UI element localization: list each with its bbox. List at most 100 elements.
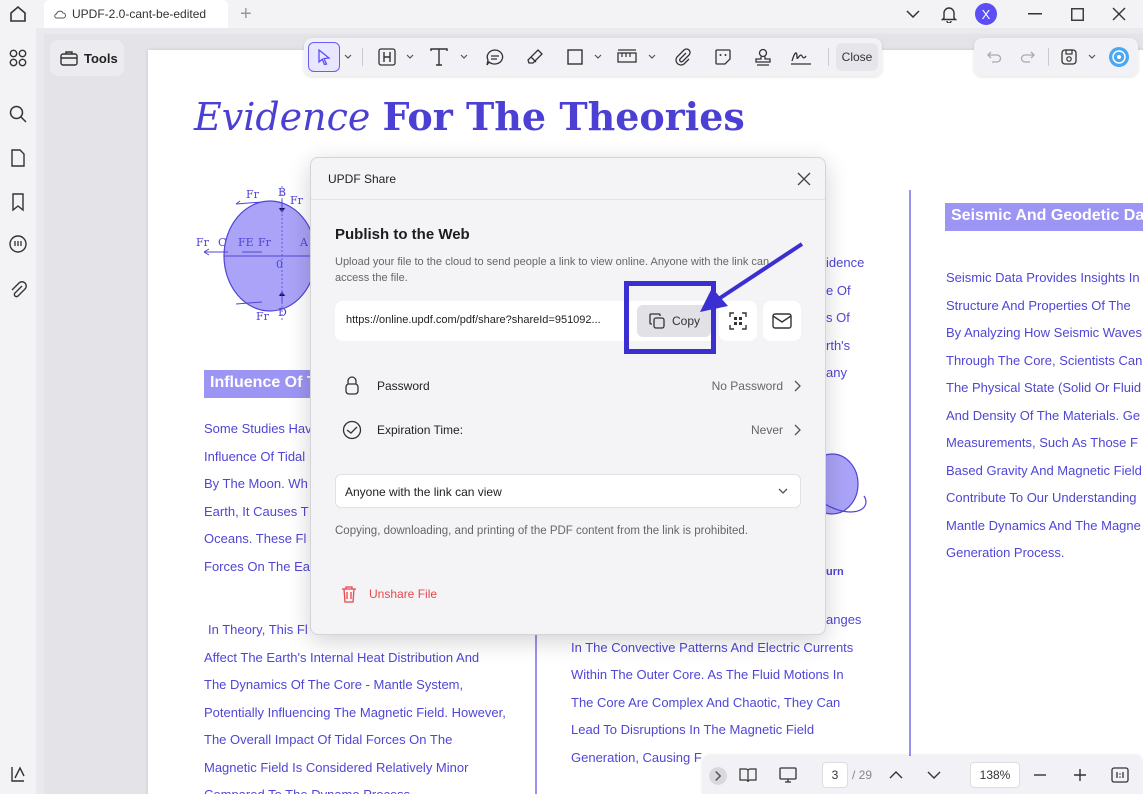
- diagram-label: 0: [276, 258, 283, 271]
- text-tool-icon[interactable]: [428, 46, 450, 68]
- eraser-tool-icon[interactable]: [524, 46, 546, 68]
- save-icon[interactable]: [1060, 48, 1078, 66]
- unshare-file-button[interactable]: Unshare File: [341, 585, 437, 603]
- presentation-icon[interactable]: [778, 765, 798, 785]
- right-column: Seismic Data Provides Insights In Struct…: [946, 264, 1142, 567]
- text-line: Forces On The Ea: [204, 558, 310, 574]
- diagram-label: A: [299, 236, 309, 249]
- paperclip-icon[interactable]: [672, 46, 694, 68]
- text-line: Affect The Earth's Internal Heat Distrib…: [204, 649, 480, 665]
- text-line: Earth, It Causes T: [204, 503, 309, 519]
- trash-icon: [342, 586, 356, 603]
- minimize-icon[interactable]: [1025, 4, 1045, 24]
- chevron-down-icon[interactable]: [406, 53, 414, 61]
- chevron-down-icon[interactable]: [648, 53, 656, 61]
- actual-size-icon[interactable]: [1110, 765, 1130, 785]
- attachment-icon[interactable]: [8, 280, 28, 300]
- text-line: Through The Core, Scientists Can: [946, 352, 1143, 368]
- dialog-divider: [311, 199, 825, 200]
- chevron-right-icon: [794, 380, 801, 392]
- redo-icon[interactable]: [1020, 49, 1036, 65]
- title-bold-part: For The Theories: [382, 94, 745, 139]
- text-line: The Overall Impact Of Tidal Forces On Th…: [204, 732, 453, 747]
- undo-icon[interactable]: [986, 49, 1002, 65]
- page-number-input[interactable]: 3: [822, 762, 848, 788]
- page-total: / 29: [852, 768, 873, 782]
- close-icon[interactable]: [795, 170, 813, 188]
- zoom-level-input[interactable]: 138%: [970, 762, 1020, 788]
- reading-mode-icon[interactable]: [738, 765, 758, 785]
- cursor-icon: [318, 49, 331, 65]
- left-column-top: Some Studies Have Influence Of Tidal By …: [204, 415, 319, 580]
- left-sidebar: [0, 28, 36, 794]
- text-line: Influence Of Tidal: [204, 448, 306, 464]
- ai-assistant-icon[interactable]: [1108, 46, 1130, 68]
- access-permission-select[interactable]: Anyone with the link can view: [335, 474, 801, 508]
- pages-icon[interactable]: [8, 148, 28, 168]
- tools-button[interactable]: Tools: [50, 40, 124, 76]
- access-permission-value: Anyone with the link can view: [345, 485, 502, 499]
- tidal-force-diagram: Fr B Fr Fr C FE Fr 0 A Fr D: [196, 186, 317, 323]
- sticker-icon[interactable]: [712, 46, 734, 68]
- highlight-tool-icon[interactable]: [376, 46, 398, 68]
- close-tools-button[interactable]: Close: [836, 43, 878, 71]
- unshare-label: Unshare File: [369, 587, 438, 601]
- measure-tool-icon[interactable]: [616, 46, 638, 68]
- rectangle-tool-icon[interactable]: [564, 46, 586, 68]
- home-icon[interactable]: [8, 4, 28, 24]
- close-window-icon[interactable]: [1109, 4, 1129, 24]
- expiration-value: Never: [750, 423, 783, 437]
- middle-column-heading-fragment: urn: [826, 566, 844, 578]
- diagram-label: Fr: [256, 310, 270, 323]
- expiration-row[interactable]: Expiration Time: Never: [335, 415, 801, 445]
- toolbar-divider: [1048, 48, 1049, 66]
- maximize-icon[interactable]: [1067, 4, 1087, 24]
- diagram-label: Fr: [290, 194, 304, 207]
- text-line: The Physical State (Solid Or Fluid: [946, 380, 1142, 395]
- section-heading-tidal: Influence Of Tidal Forces: [204, 370, 312, 398]
- search-icon[interactable]: [8, 104, 28, 124]
- planet-illustration: [824, 453, 867, 515]
- share-dialog: UPDF Share Publish to the Web Upload you…: [310, 157, 826, 635]
- comments-icon[interactable]: [8, 234, 28, 254]
- chevron-down-icon[interactable]: [460, 53, 468, 61]
- title-bar: UPDF-2.0-cant-be-edited + X: [0, 0, 1143, 28]
- select-tool[interactable]: [308, 42, 340, 72]
- permission-note: Copying, downloading, and printing of th…: [335, 525, 748, 537]
- user-avatar[interactable]: X: [975, 3, 997, 25]
- password-row[interactable]: Password No Password: [335, 371, 801, 401]
- text-line: Mantle Dynamics And The Magne: [946, 517, 1141, 533]
- lock-icon: [341, 375, 363, 397]
- document-tab[interactable]: UPDF-2.0-cant-be-edited: [44, 0, 228, 28]
- next-page-icon[interactable]: [924, 765, 944, 785]
- signature-icon[interactable]: [790, 46, 812, 68]
- chevron-down-icon[interactable]: [903, 4, 923, 24]
- password-value: No Password: [711, 379, 783, 393]
- chevron-down-icon[interactable]: [344, 53, 352, 61]
- chevron-down-icon[interactable]: [1088, 53, 1096, 61]
- pointer-arrow-annotation: [700, 242, 804, 312]
- text-line: Compared To The Dynamo Process.: [204, 781, 506, 794]
- document-tab-label: UPDF-2.0-cant-be-edited: [72, 7, 207, 21]
- text-line: Within The Outer Core. As The Fluid Moti…: [571, 667, 844, 682]
- diagram-label: Fr: [246, 188, 260, 201]
- new-tab-plus-icon[interactable]: +: [240, 3, 252, 26]
- zoom-out-icon[interactable]: [1030, 765, 1050, 785]
- collapse-arrow-icon[interactable]: [708, 766, 728, 786]
- bookmark-icon[interactable]: [8, 192, 28, 212]
- text-line: And Density Of The Materials. Ge: [946, 407, 1141, 423]
- notification-bell-icon[interactable]: [939, 4, 959, 24]
- text-line: Seismic Data Provides Insights In: [946, 270, 1140, 285]
- text-line: By Analyzing How Seismic Waves: [946, 325, 1143, 340]
- stamp-icon[interactable]: [752, 46, 774, 68]
- layers-icon[interactable]: [8, 764, 28, 784]
- dialog-title: UPDF Share: [328, 172, 397, 186]
- comment-tool-icon[interactable]: [484, 46, 506, 68]
- text-line: idence: [826, 255, 865, 270]
- zoom-in-icon[interactable]: [1070, 765, 1090, 785]
- text-line: any: [826, 365, 847, 380]
- previous-page-icon[interactable]: [886, 765, 906, 785]
- thumbnails-grid-icon[interactable]: [8, 48, 28, 68]
- text-line: The Core Are Complex And Chaotic, They C…: [571, 694, 841, 710]
- chevron-down-icon[interactable]: [594, 53, 602, 61]
